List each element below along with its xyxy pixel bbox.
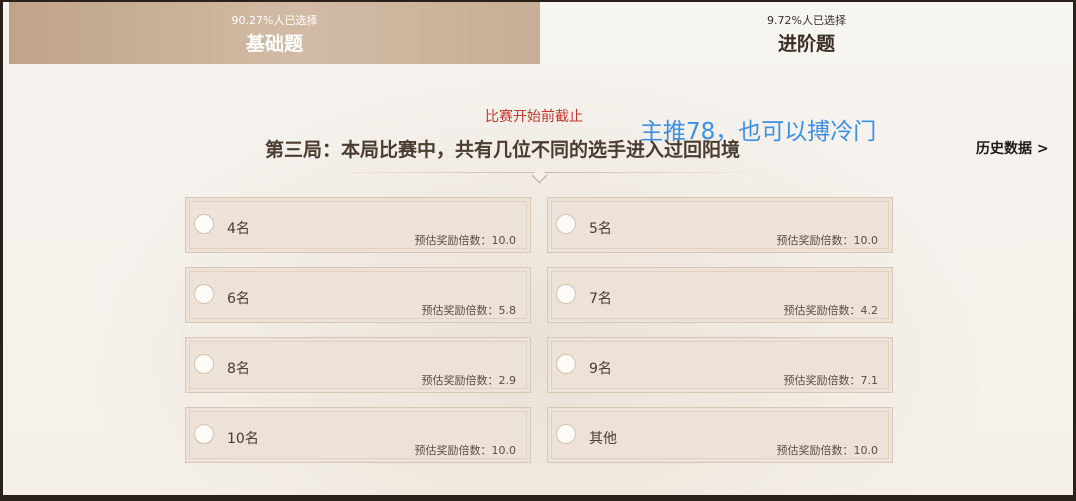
radio-icon[interactable]	[556, 424, 576, 444]
option-label: 4名	[227, 221, 250, 237]
radio-icon[interactable]	[556, 284, 576, 304]
tab-basic[interactable]: 90.27%人已选择 基础题	[9, 2, 540, 64]
option-odds: 预估奖励倍数：5.8	[421, 304, 517, 317]
option-5[interactable]: 5名 预估奖励倍数：10.0	[547, 197, 893, 253]
option-8[interactable]: 8名 预估奖励倍数：2.9	[185, 337, 531, 393]
quiz-panel: 90.27%人已选择 基础题 9.72%人已选择 进阶题 比赛开始前截止 主推7…	[3, 2, 1073, 495]
tab-advanced[interactable]: 9.72%人已选择 进阶题	[540, 2, 1073, 64]
question-title: 第三局：本局比赛中，共有几位不同的选手进入过回阳境	[265, 139, 741, 161]
radio-icon[interactable]	[194, 354, 214, 374]
option-label: 5名	[589, 221, 612, 237]
option-6[interactable]: 6名 预估奖励倍数：5.8	[185, 267, 531, 323]
option-label: 7名	[589, 291, 612, 307]
option-other[interactable]: 其他 预估奖励倍数：10.0	[547, 407, 893, 463]
radio-icon[interactable]	[194, 214, 214, 234]
deadline-notice: 比赛开始前截止	[485, 109, 583, 125]
tab-basic-title: 基础题	[245, 33, 303, 55]
option-odds: 预估奖励倍数：4.2	[783, 304, 879, 317]
history-data-link[interactable]: 历史数据 >	[976, 138, 1049, 158]
option-odds: 预估奖励倍数：10.0	[776, 234, 879, 247]
option-odds: 预估奖励倍数：10.0	[414, 444, 517, 457]
option-4[interactable]: 4名 预估奖励倍数：10.0	[185, 197, 531, 253]
option-label: 6名	[227, 291, 250, 307]
option-label: 8名	[227, 361, 250, 377]
option-odds: 预估奖励倍数：2.9	[421, 374, 517, 387]
tab-advanced-percent: 9.72%人已选择	[767, 14, 846, 27]
radio-icon[interactable]	[556, 354, 576, 374]
option-label: 9名	[589, 361, 612, 377]
option-label: 10名	[227, 431, 259, 447]
option-odds: 预估奖励倍数：10.0	[414, 234, 517, 247]
radio-icon[interactable]	[194, 284, 214, 304]
option-7[interactable]: 7名 预估奖励倍数：4.2	[547, 267, 893, 323]
option-label: 其他	[589, 431, 617, 447]
radio-icon[interactable]	[194, 424, 214, 444]
option-9[interactable]: 9名 预估奖励倍数：7.1	[547, 337, 893, 393]
radio-icon[interactable]	[556, 214, 576, 234]
option-odds: 预估奖励倍数：10.0	[776, 444, 879, 457]
tab-basic-percent: 90.27%人已选择	[231, 14, 318, 27]
tab-advanced-title: 进阶题	[777, 33, 835, 55]
divider-arrow-icon	[531, 167, 548, 184]
option-odds: 预估奖励倍数：7.1	[783, 374, 879, 387]
option-10[interactable]: 10名 预估奖励倍数：10.0	[185, 407, 531, 463]
